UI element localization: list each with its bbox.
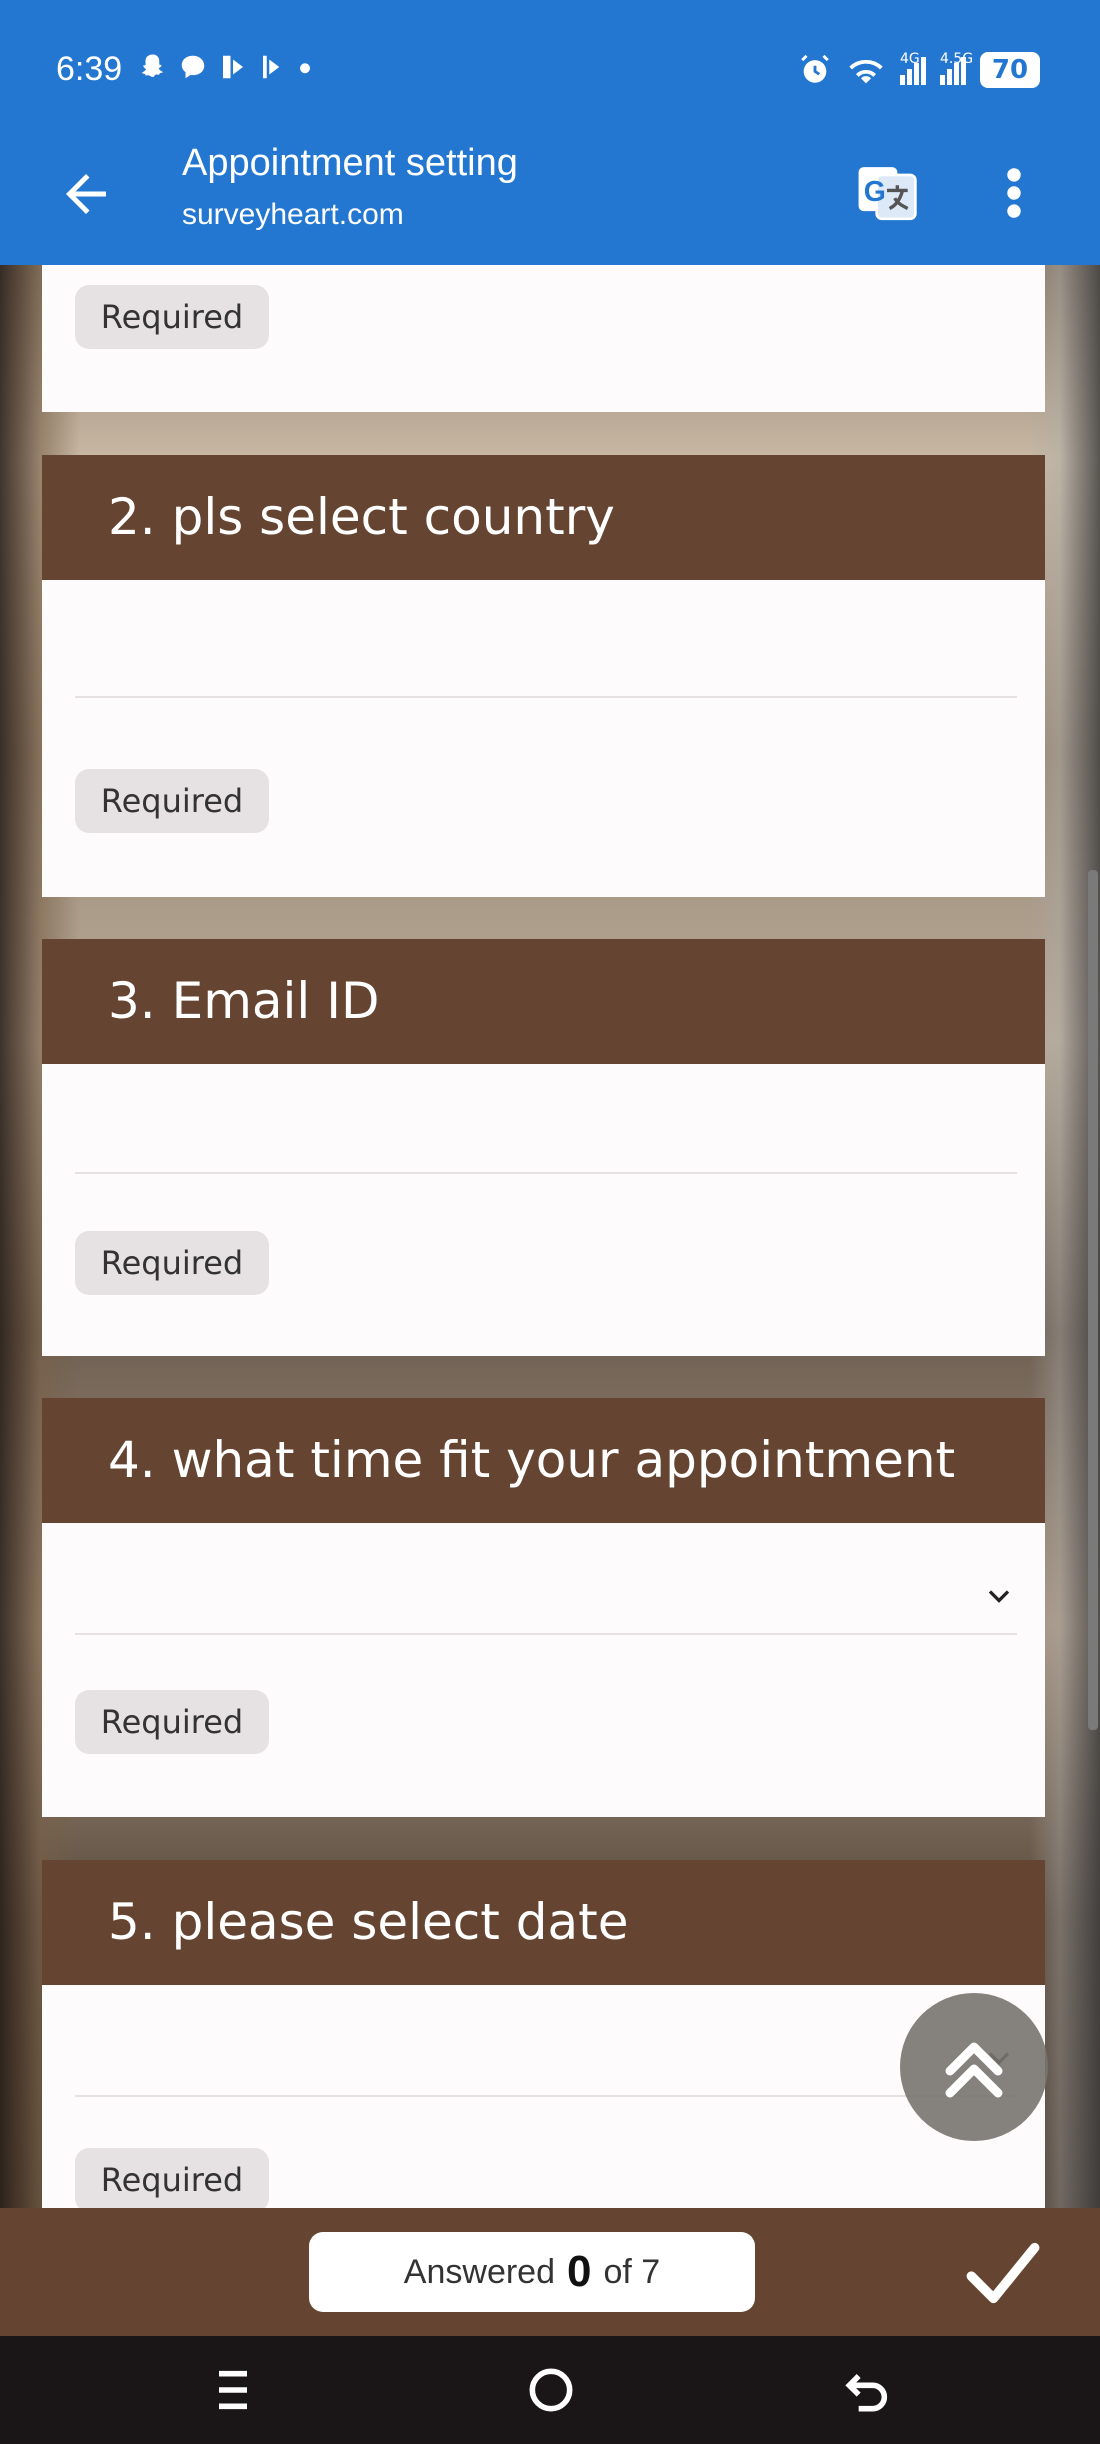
question-card-2: Required	[42, 580, 1045, 897]
required-badge: Required	[75, 769, 269, 833]
signal-4-5g-label: 4.5G	[940, 51, 974, 67]
question-5-title: 5. please select date	[42, 1860, 1045, 1985]
required-badge: Required	[75, 1231, 269, 1295]
svg-text:G: G	[864, 176, 886, 208]
question-2-title: 2. pls select country	[42, 455, 1045, 580]
translate-icon[interactable]: G	[856, 162, 918, 224]
signal-4-5g-icon: 4.5G	[940, 51, 973, 85]
date-dropdown[interactable]	[75, 1995, 1017, 2095]
wifi-icon	[849, 59, 883, 84]
arrow-left-icon[interactable]	[56, 164, 116, 224]
scrollbar[interactable]	[1088, 870, 1098, 1730]
question-card-5: Required	[42, 1985, 1045, 2212]
answered-progress: Answered 0 of 7	[309, 2232, 755, 2312]
question-3-title: 3. Email ID	[42, 939, 1045, 1064]
back-icon[interactable]	[838, 2362, 898, 2418]
media-icon	[263, 55, 280, 79]
snapchat-icon	[141, 54, 163, 77]
required-badge: Required	[75, 285, 269, 349]
home-icon[interactable]	[521, 2362, 581, 2418]
scroll-to-top-button[interactable]	[900, 1993, 1048, 2141]
chat-icon	[181, 55, 205, 79]
signal-4g-icon: 4G	[900, 51, 926, 85]
input-underline	[75, 1172, 1017, 1174]
form-footer: Answered 0 of 7	[0, 2208, 1100, 2336]
alarm-icon	[801, 54, 829, 83]
required-badge: Required	[75, 2148, 269, 2212]
time-dropdown[interactable]	[75, 1533, 1017, 1633]
answered-total: of 7	[603, 2252, 661, 2291]
answered-label: Answered	[403, 2252, 555, 2291]
input-underline	[75, 1633, 1017, 1635]
status-bar: 6:39 4G 4.5G 70	[0, 0, 1100, 140]
recents-icon[interactable]	[203, 2362, 263, 2418]
answered-count: 0	[567, 2247, 592, 2296]
country-input[interactable]	[75, 600, 1017, 696]
page-title: Appointment setting	[182, 142, 518, 184]
more-vertical-icon[interactable]	[998, 162, 1030, 224]
question-card-4: Required	[42, 1523, 1045, 1817]
notification-icons	[138, 52, 312, 82]
system-status-icons: 4G 4.5G 70	[798, 51, 1040, 88]
double-chevron-up-icon	[945, 2042, 1003, 2098]
question-card-3: Required	[42, 1064, 1045, 1356]
question-card-1: Required	[42, 265, 1045, 412]
status-time: 6:39	[56, 50, 123, 88]
signal-4g-label: 4G	[900, 51, 920, 67]
battery-indicator: 70	[980, 52, 1040, 88]
page-url: surveyheart.com	[182, 198, 404, 231]
checkmark-icon[interactable]	[965, 2238, 1041, 2308]
dot-icon	[300, 63, 310, 74]
required-badge: Required	[75, 1690, 269, 1754]
email-input[interactable]	[75, 1074, 1017, 1182]
chevron-down-icon[interactable]	[981, 1578, 1017, 1614]
question-4-title: 4. what time fit your appointment	[42, 1398, 1045, 1523]
input-underline	[75, 696, 1017, 698]
system-nav-bar	[0, 2336, 1100, 2444]
input-underline	[75, 2095, 1017, 2097]
app-bar: Appointment setting surveyheart.com G	[0, 140, 1100, 265]
media-icon	[223, 55, 243, 79]
